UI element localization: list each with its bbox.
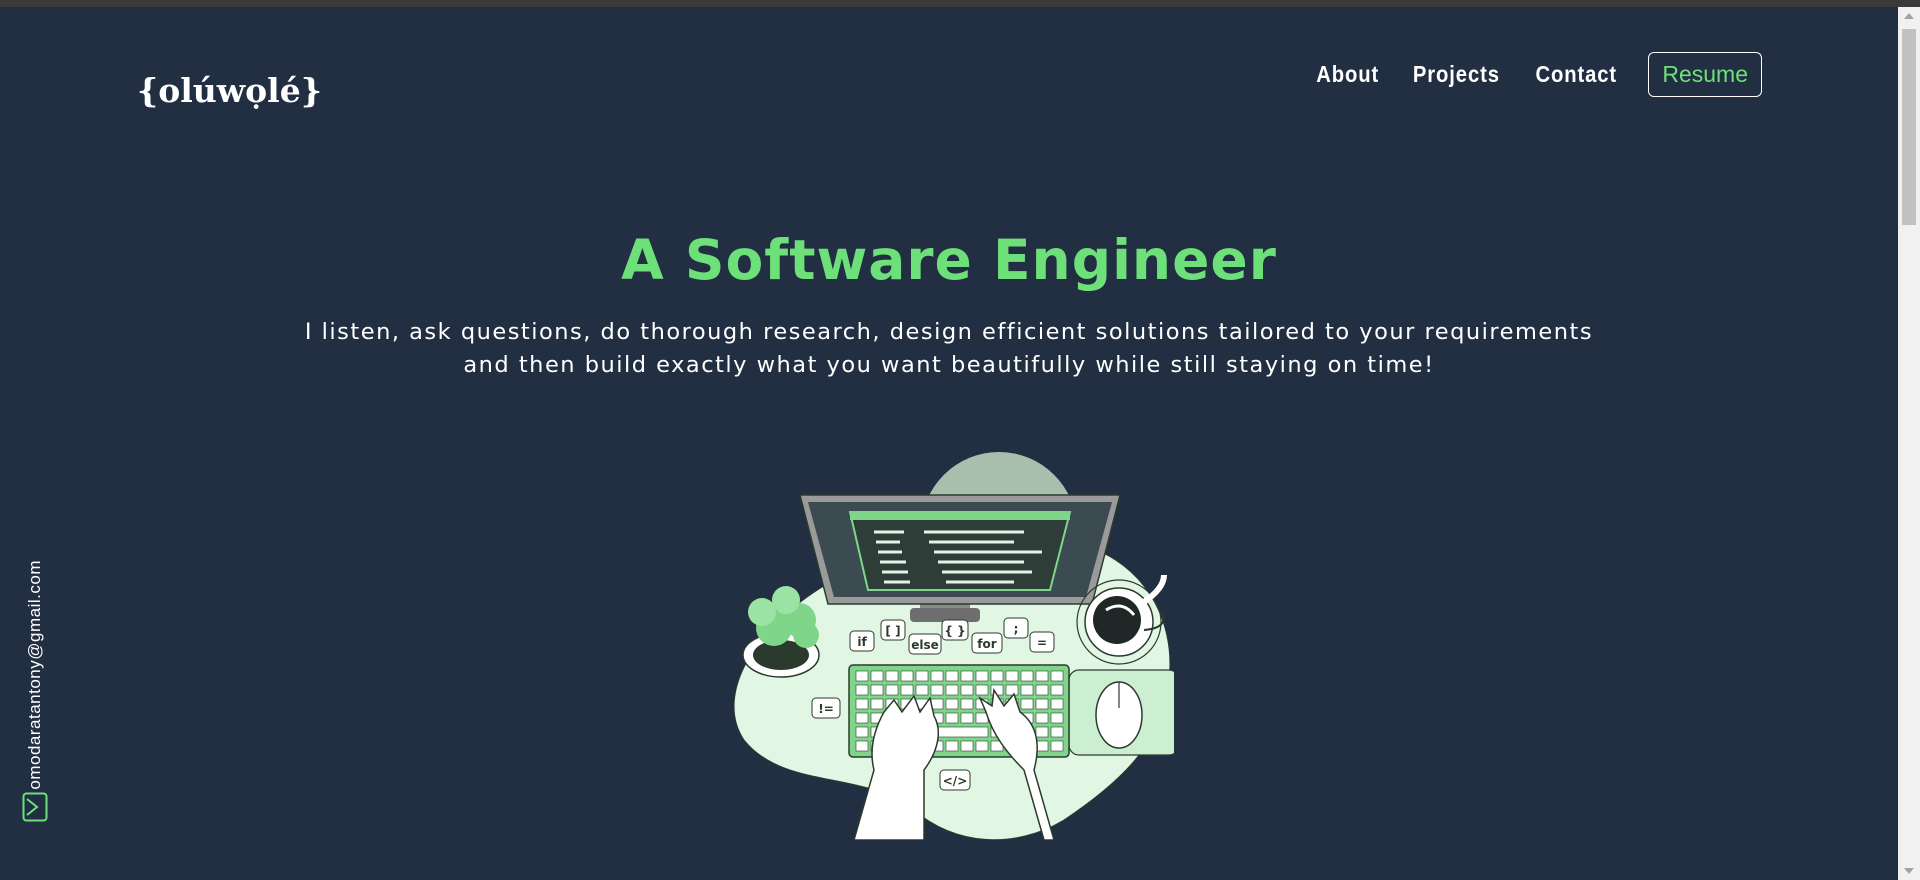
hero-subtitle-line-2: and then build exactly what you want bea… — [463, 352, 1435, 378]
nav-link-projects[interactable]: Projects — [1413, 61, 1500, 88]
hero-title: A Software Engineer — [621, 228, 1277, 292]
email-address[interactable]: omodaratantony@gmail.com — [25, 560, 45, 790]
bubble-text: [ ] — [885, 624, 900, 638]
code-bubble-braces: { } — [941, 619, 969, 641]
browser-top-bar — [0, 0, 1920, 7]
site-logo[interactable]: {olúwọlé} — [137, 71, 322, 110]
mouse-icon — [1068, 669, 1174, 756]
code-bubble-else: else — [908, 633, 942, 655]
code-bubble-if: if — [849, 630, 875, 652]
hero-subtitle-line-1: I listen, ask questions, do thorough res… — [304, 319, 1594, 345]
resume-button[interactable]: Resume — [1648, 52, 1762, 97]
bubble-text: if — [857, 635, 867, 649]
bubble-text: </> — [943, 774, 968, 788]
nav-link-contact[interactable]: Contact — [1535, 61, 1617, 88]
bubble-text: ; — [1014, 622, 1019, 636]
bubble-text: for — [977, 637, 996, 651]
main-nav: About Projects Contact Resume — [1312, 52, 1762, 97]
code-bubble-semicolon: ; — [1003, 617, 1029, 639]
side-email-link[interactable]: omodaratantony@gmail.com — [22, 560, 48, 822]
code-bubble-tag: </> — [939, 769, 971, 791]
bubble-text: = — [1037, 636, 1047, 650]
code-bubble-not-equal: != — [811, 697, 841, 719]
bubble-text: else — [911, 638, 939, 652]
hero-subtitle: I listen, ask questions, do thorough res… — [249, 316, 1649, 382]
code-bubble-for: for — [971, 632, 1003, 654]
bubble-text: != — [818, 702, 834, 716]
scroll-up-icon[interactable] — [1904, 13, 1914, 19]
scroll-down-icon[interactable] — [1904, 868, 1914, 874]
scroll-thumb[interactable] — [1902, 29, 1916, 225]
monitor-icon — [799, 494, 1121, 622]
page-scrollbar[interactable] — [1898, 7, 1920, 880]
developer-desk-illustration: if [ ] else { } for ; = != </> — [733, 452, 1174, 840]
bubble-text: { } — [944, 624, 965, 638]
nav-link-about[interactable]: About — [1316, 61, 1379, 88]
code-bubble-brackets: [ ] — [880, 619, 906, 641]
code-bubble-equals: = — [1029, 631, 1055, 653]
mail-icon[interactable] — [22, 792, 48, 822]
